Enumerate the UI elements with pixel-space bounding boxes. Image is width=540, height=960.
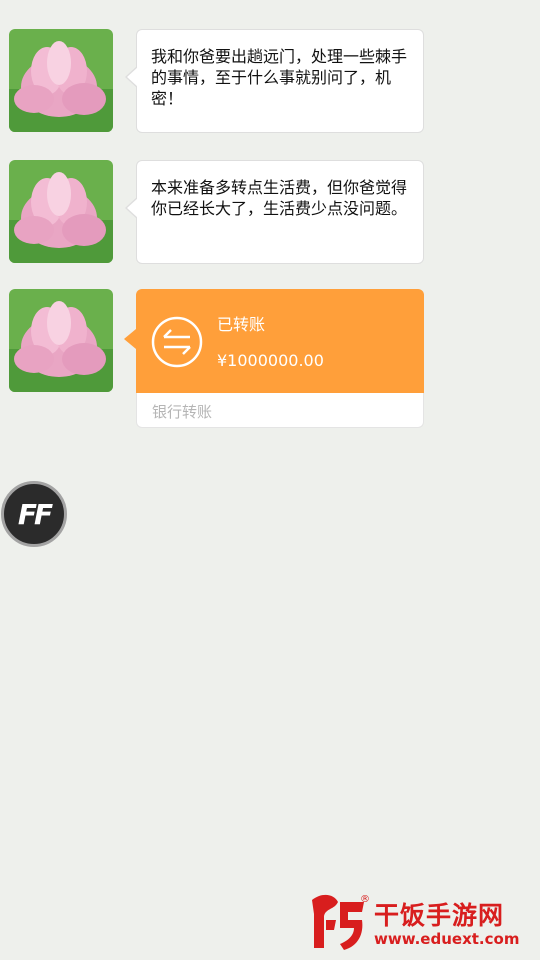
message-bubble[interactable]: 我和你爸要出趟远门，处理一些棘手的事情，至于什么事就别问了，机密！ — [125, 29, 424, 133]
ff-button-label: FF — [17, 497, 53, 531]
transfer-type-label: 银行转账 — [152, 403, 213, 421]
watermark-registered-mark: ® — [360, 894, 370, 905]
message-bubble[interactable]: 本来准备多转点生活费，但你爸觉得你已经长大了，生活费少点没问题。 — [125, 160, 424, 264]
contact-avatar[interactable] — [9, 160, 113, 263]
transfer-card-header: 已转账 ¥1000000.00 — [136, 289, 424, 393]
transfer-card-footer: 银行转账 — [136, 393, 424, 428]
transfer-amount: ¥1000000.00 — [217, 351, 324, 370]
bubble-tail — [124, 329, 136, 349]
transfer-card[interactable]: 已转账 ¥1000000.00 银行转账 — [124, 289, 424, 428]
contact-avatar[interactable] — [9, 289, 113, 392]
lotus-avatar-image — [9, 289, 113, 392]
watermark-site-name: 干饭手游网 — [374, 901, 505, 930]
floating-ff-button[interactable]: FF — [1, 481, 67, 547]
transfer-status: 已转账 — [217, 315, 266, 334]
lotus-avatar-image — [9, 160, 113, 263]
watermark: ® 干饭手游网 www.eduext.com — [304, 890, 536, 956]
contact-avatar[interactable] — [9, 29, 113, 132]
message-text: 本来准备多转点生活费，但你爸觉得你已经长大了，生活费少点没问题。 — [151, 178, 408, 218]
message-text: 我和你爸要出趟远门，处理一些棘手的事情，至于什么事就别问了，机密！ — [151, 47, 408, 108]
lotus-avatar-image — [9, 29, 113, 132]
transfer-arrows-icon — [151, 316, 203, 368]
watermark-url: www.eduext.com — [374, 930, 520, 948]
